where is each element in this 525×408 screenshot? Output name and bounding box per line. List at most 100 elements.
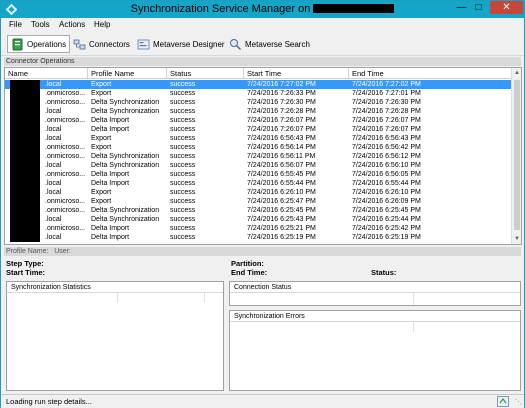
title-bar[interactable]: Synchronization Service Manager on — □ ✕ [1, 1, 524, 18]
table-cell-name: .local [45, 189, 62, 196]
window-title: Synchronization Service Manager on [1, 3, 524, 15]
table-cell-end: 7/24/2016 6:25:42 PM [352, 225, 421, 232]
close-button[interactable]: ✕ [490, 1, 523, 14]
table-row[interactable]: .onmicroso... Delta Import success 7/24/201… [5, 116, 512, 125]
table-cell-status: success [170, 180, 196, 187]
table-row[interactable]: .onmicroso... Delta Import success 7/24/201… [5, 224, 512, 233]
table-row[interactable]: .onmicroso... Delta Synchronization succes… [5, 206, 512, 215]
scroll-up-icon[interactable]: ▲ [512, 68, 521, 78]
table-cell-profile: Delta Import [91, 180, 130, 187]
col-end-time[interactable]: End Time [349, 68, 512, 79]
metaverse-search-button[interactable]: Metaverse Search [226, 35, 313, 53]
table-row[interactable]: .local Delta Import success 7/24/2016 7:26:… [5, 125, 512, 134]
redacted-connector-name [10, 206, 40, 215]
table-cell-name: .onmicroso... [45, 99, 86, 106]
col-name[interactable]: Name [5, 68, 88, 79]
redacted-connector-name [10, 215, 40, 224]
metaverse-search-icon [230, 38, 242, 50]
scroll-thumb[interactable] [514, 80, 520, 230]
table-cell-profile: Delta Synchronization [91, 216, 160, 223]
table-row[interactable]: .local Export success 7/24/2016 7:27:02 PM 7… [5, 80, 512, 89]
redacted-connector-name [10, 179, 40, 188]
sync-statistics-panel[interactable]: Synchronization Statistics [6, 281, 224, 391]
menu-file[interactable]: File [9, 20, 22, 29]
col-profile-name[interactable]: Profile Name [88, 68, 167, 79]
table-row[interactable]: .local Delta Synchronization success 7/24/2… [5, 215, 512, 224]
col-status[interactable]: Status [167, 68, 244, 79]
table-row[interactable]: .onmicroso... Export success 7/24/2016 6:56… [5, 143, 512, 152]
table-cell-end: 7/24/2016 6:56:42 PM [352, 144, 421, 151]
table-cell-name: .local [45, 234, 62, 241]
table-row[interactable]: .local Delta Import success 7/24/2016 6:25:… [5, 233, 512, 242]
table-cell-start: 7/24/2016 6:56:43 PM [247, 135, 316, 142]
table-row[interactable]: .local Export success 7/24/2016 6:26:10 PM 7… [5, 188, 512, 197]
table-cell-start: 7/24/2016 6:55:44 PM [247, 180, 316, 187]
menu-help[interactable]: Help [94, 20, 110, 29]
connectors-button[interactable]: Connectors [70, 35, 133, 53]
table-cell-end: 7/24/2016 6:56:10 PM [352, 162, 421, 169]
toolbar: Operations Connectors Metaverse Designer [1, 32, 524, 56]
table-cell-profile: Delta Synchronization [91, 108, 160, 115]
table-row[interactable]: .onmicroso... Export success 7/24/2016 6:25… [5, 197, 512, 206]
redacted-connector-name [10, 116, 40, 125]
sync-errors-title: Synchronization Errors [230, 311, 520, 322]
table-cell-end: 7/24/2016 6:55:44 PM [352, 180, 421, 187]
table-cell-profile: Export [91, 81, 112, 88]
table-cell-end: 7/24/2016 6:56:12 PM [352, 153, 421, 160]
table-cell-end: 7/24/2016 7:27:01 PM [352, 90, 421, 97]
table-cell-end: 7/24/2016 6:26:09 PM [352, 198, 421, 205]
user-label: User: [54, 248, 71, 255]
table-row[interactable]: .onmicroso... Delta Import success 7/24/201… [5, 170, 512, 179]
table-cell-start: 7/24/2016 7:27:02 PM [247, 81, 316, 88]
redacted-connector-name [10, 170, 40, 179]
menu-tools[interactable]: Tools [31, 20, 50, 29]
col-start-time[interactable]: Start Time [244, 68, 349, 79]
table-row[interactable]: .local Delta Synchronization success 7/24/2… [5, 161, 512, 170]
table-cell-start: 7/24/2016 6:26:10 PM [247, 189, 316, 196]
menu-bar: File Tools Actions Help [1, 18, 524, 32]
table-row[interactable]: .onmicroso... Delta Synchronization succes… [5, 152, 512, 161]
redacted-connector-name [10, 161, 40, 170]
operations-button[interactable]: Operations [7, 35, 71, 53]
metaverse-designer-label: Metaverse Designer [153, 39, 225, 49]
table-cell-end: 7/24/2016 6:56:43 PM [352, 135, 421, 142]
profile-name-label: Profile Name: [6, 248, 49, 255]
end-time-label: End Time: [231, 268, 268, 277]
stat-divider [204, 293, 205, 303]
table-cell-end: 7/24/2016 6:26:10 PM [352, 189, 421, 196]
table-cell-profile: Delta Synchronization [91, 162, 160, 169]
connection-status-panel[interactable]: Connection Status [229, 281, 521, 306]
table-row[interactable]: .local Delta Import success 7/24/2016 6:55:… [5, 179, 512, 188]
table-cell-name: .local [45, 162, 62, 169]
status-divider [413, 293, 414, 305]
maximize-button[interactable]: □ [471, 1, 486, 14]
table-cell-end: 7/24/2016 7:26:28 PM [352, 108, 421, 115]
minimize-button[interactable]: — [454, 1, 469, 14]
start-time-label: Start Time: [6, 268, 46, 277]
table-row[interactable]: .onmicroso... Delta Synchronization succes… [5, 98, 512, 107]
grid-vertical-scrollbar[interactable]: ▲ ▼ [511, 68, 521, 244]
table-cell-name: .local [45, 126, 62, 133]
menu-actions[interactable]: Actions [59, 20, 85, 29]
table-cell-start: 7/24/2016 7:26:07 PM [247, 126, 316, 133]
table-row[interactable]: .onmicroso... Export success 7/24/2016 7:26… [5, 89, 512, 98]
sync-errors-panel[interactable]: Synchronization Errors [229, 310, 521, 391]
table-cell-name: .onmicroso... [45, 171, 86, 178]
table-cell-profile: Delta Synchronization [91, 99, 160, 106]
connector-operations-header: Connector Operations [4, 57, 521, 66]
table-cell-end: 7/24/2016 6:25:44 PM [352, 216, 421, 223]
table-row[interactable]: .local Delta Synchronization success 7/24/2… [5, 107, 512, 116]
redacted-connector-name [10, 80, 40, 89]
scroll-down-icon[interactable]: ▼ [512, 234, 521, 244]
table-cell-start: 7/24/2016 7:26:07 PM [247, 117, 316, 124]
table-row[interactable]: .local Export success 7/24/2016 6:56:43 PM 7… [5, 134, 512, 143]
redacted-connector-name [10, 98, 40, 107]
table-cell-status: success [170, 225, 196, 232]
table-cell-end: 7/24/2016 6:25:45 PM [352, 207, 421, 214]
table-cell-profile: Delta Synchronization [91, 153, 160, 160]
table-cell-status: success [170, 153, 196, 160]
table-cell-start: 7/24/2016 6:25:45 PM [247, 207, 316, 214]
resize-grip-icon[interactable]: ⋱ [515, 398, 522, 406]
operations-grid[interactable]: Name Profile Name Status Start Time End … [4, 67, 522, 245]
metaverse-designer-button[interactable]: Metaverse Designer [134, 35, 228, 53]
